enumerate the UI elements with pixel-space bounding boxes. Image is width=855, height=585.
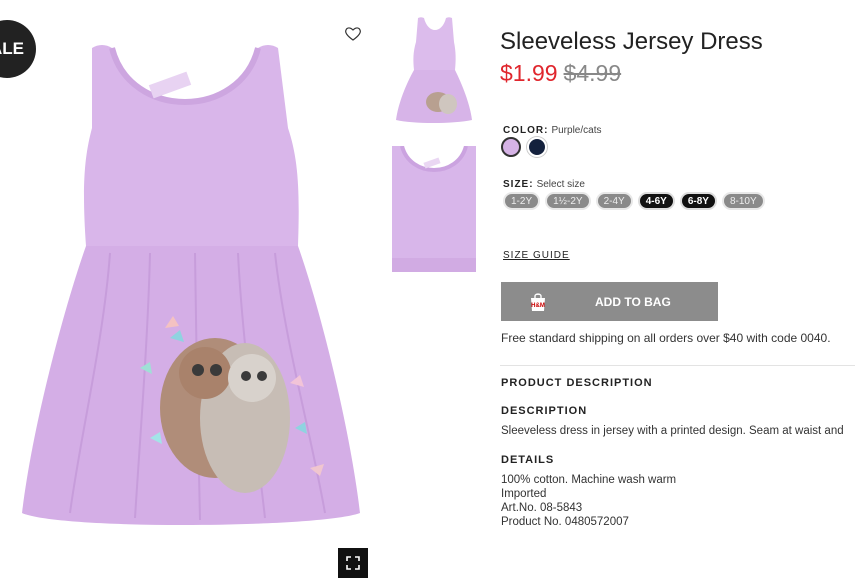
details-heading: DETAILS	[501, 454, 555, 466]
size-value: Select size	[536, 179, 585, 190]
thumbnail-front[interactable]	[392, 12, 476, 124]
expand-icon[interactable]	[338, 548, 368, 578]
detail-item: Imported	[501, 488, 547, 500]
sale-price: $1.99	[500, 60, 558, 86]
detail-item: Product No. 0480572007	[501, 516, 629, 528]
description-heading: DESCRIPTION	[501, 405, 588, 417]
size-option-1-5-2y[interactable]: 1½-2Y	[545, 192, 591, 210]
product-title: Sleeveless Jersey Dress	[500, 28, 763, 55]
size-option-4-6y[interactable]: 4-6Y	[637, 192, 675, 210]
size-option-6-8y[interactable]: 6-8Y	[679, 192, 717, 210]
thumbnail-detail-image	[392, 146, 476, 272]
color-swatch-purple[interactable]	[501, 137, 521, 157]
detail-item: 100% cotton. Machine wash warm	[501, 474, 677, 486]
size-label: SIZE:	[503, 179, 534, 190]
details-list: 100% cotton. Machine wash warm Imported …	[501, 473, 676, 529]
add-to-bag-button[interactable]: H&M ADD TO BAG	[501, 282, 718, 321]
svg-text:H&M: H&M	[531, 303, 545, 309]
section-divider	[500, 365, 855, 366]
size-option-2-4y[interactable]: 2-4Y	[595, 192, 633, 210]
color-swatch-navy[interactable]	[527, 137, 547, 157]
price: $1.99 $4.99	[500, 60, 621, 87]
product-description-heading: PRODUCT DESCRIPTION	[501, 377, 653, 389]
size-selector-label: SIZE: Select size	[503, 174, 585, 192]
shipping-note: Free standard shipping on all orders ove…	[501, 331, 831, 345]
heart-icon[interactable]	[343, 24, 363, 44]
description-text: Sleeveless dress in jersey with a printe…	[501, 425, 844, 437]
add-to-bag-label: ADD TO BAG	[595, 294, 671, 309]
size-guide-link[interactable]: SIZE GUIDE	[503, 250, 570, 261]
color-swatches	[501, 137, 547, 157]
dress-image	[22, 45, 360, 526]
color-selector-label: COLOR: Purple/cats	[503, 120, 601, 138]
size-option-1-2y[interactable]: 1-2Y	[503, 192, 541, 210]
size-option-8-10y[interactable]: 8-10Y	[721, 192, 765, 210]
original-price: $4.99	[563, 60, 622, 86]
size-options: 1-2Y 1½-2Y 2-4Y 4-6Y 6-8Y 8-10Y	[503, 192, 765, 210]
shopping-bag-icon: H&M	[527, 291, 549, 313]
color-value: Purple/cats	[551, 125, 602, 136]
detail-item: Art.No. 08-5843	[501, 502, 583, 514]
color-label: COLOR:	[503, 125, 549, 136]
product-main-image[interactable]: ALE	[0, 0, 380, 585]
thumbnail-front-image	[396, 17, 472, 123]
thumbnail-detail[interactable]	[392, 146, 476, 272]
